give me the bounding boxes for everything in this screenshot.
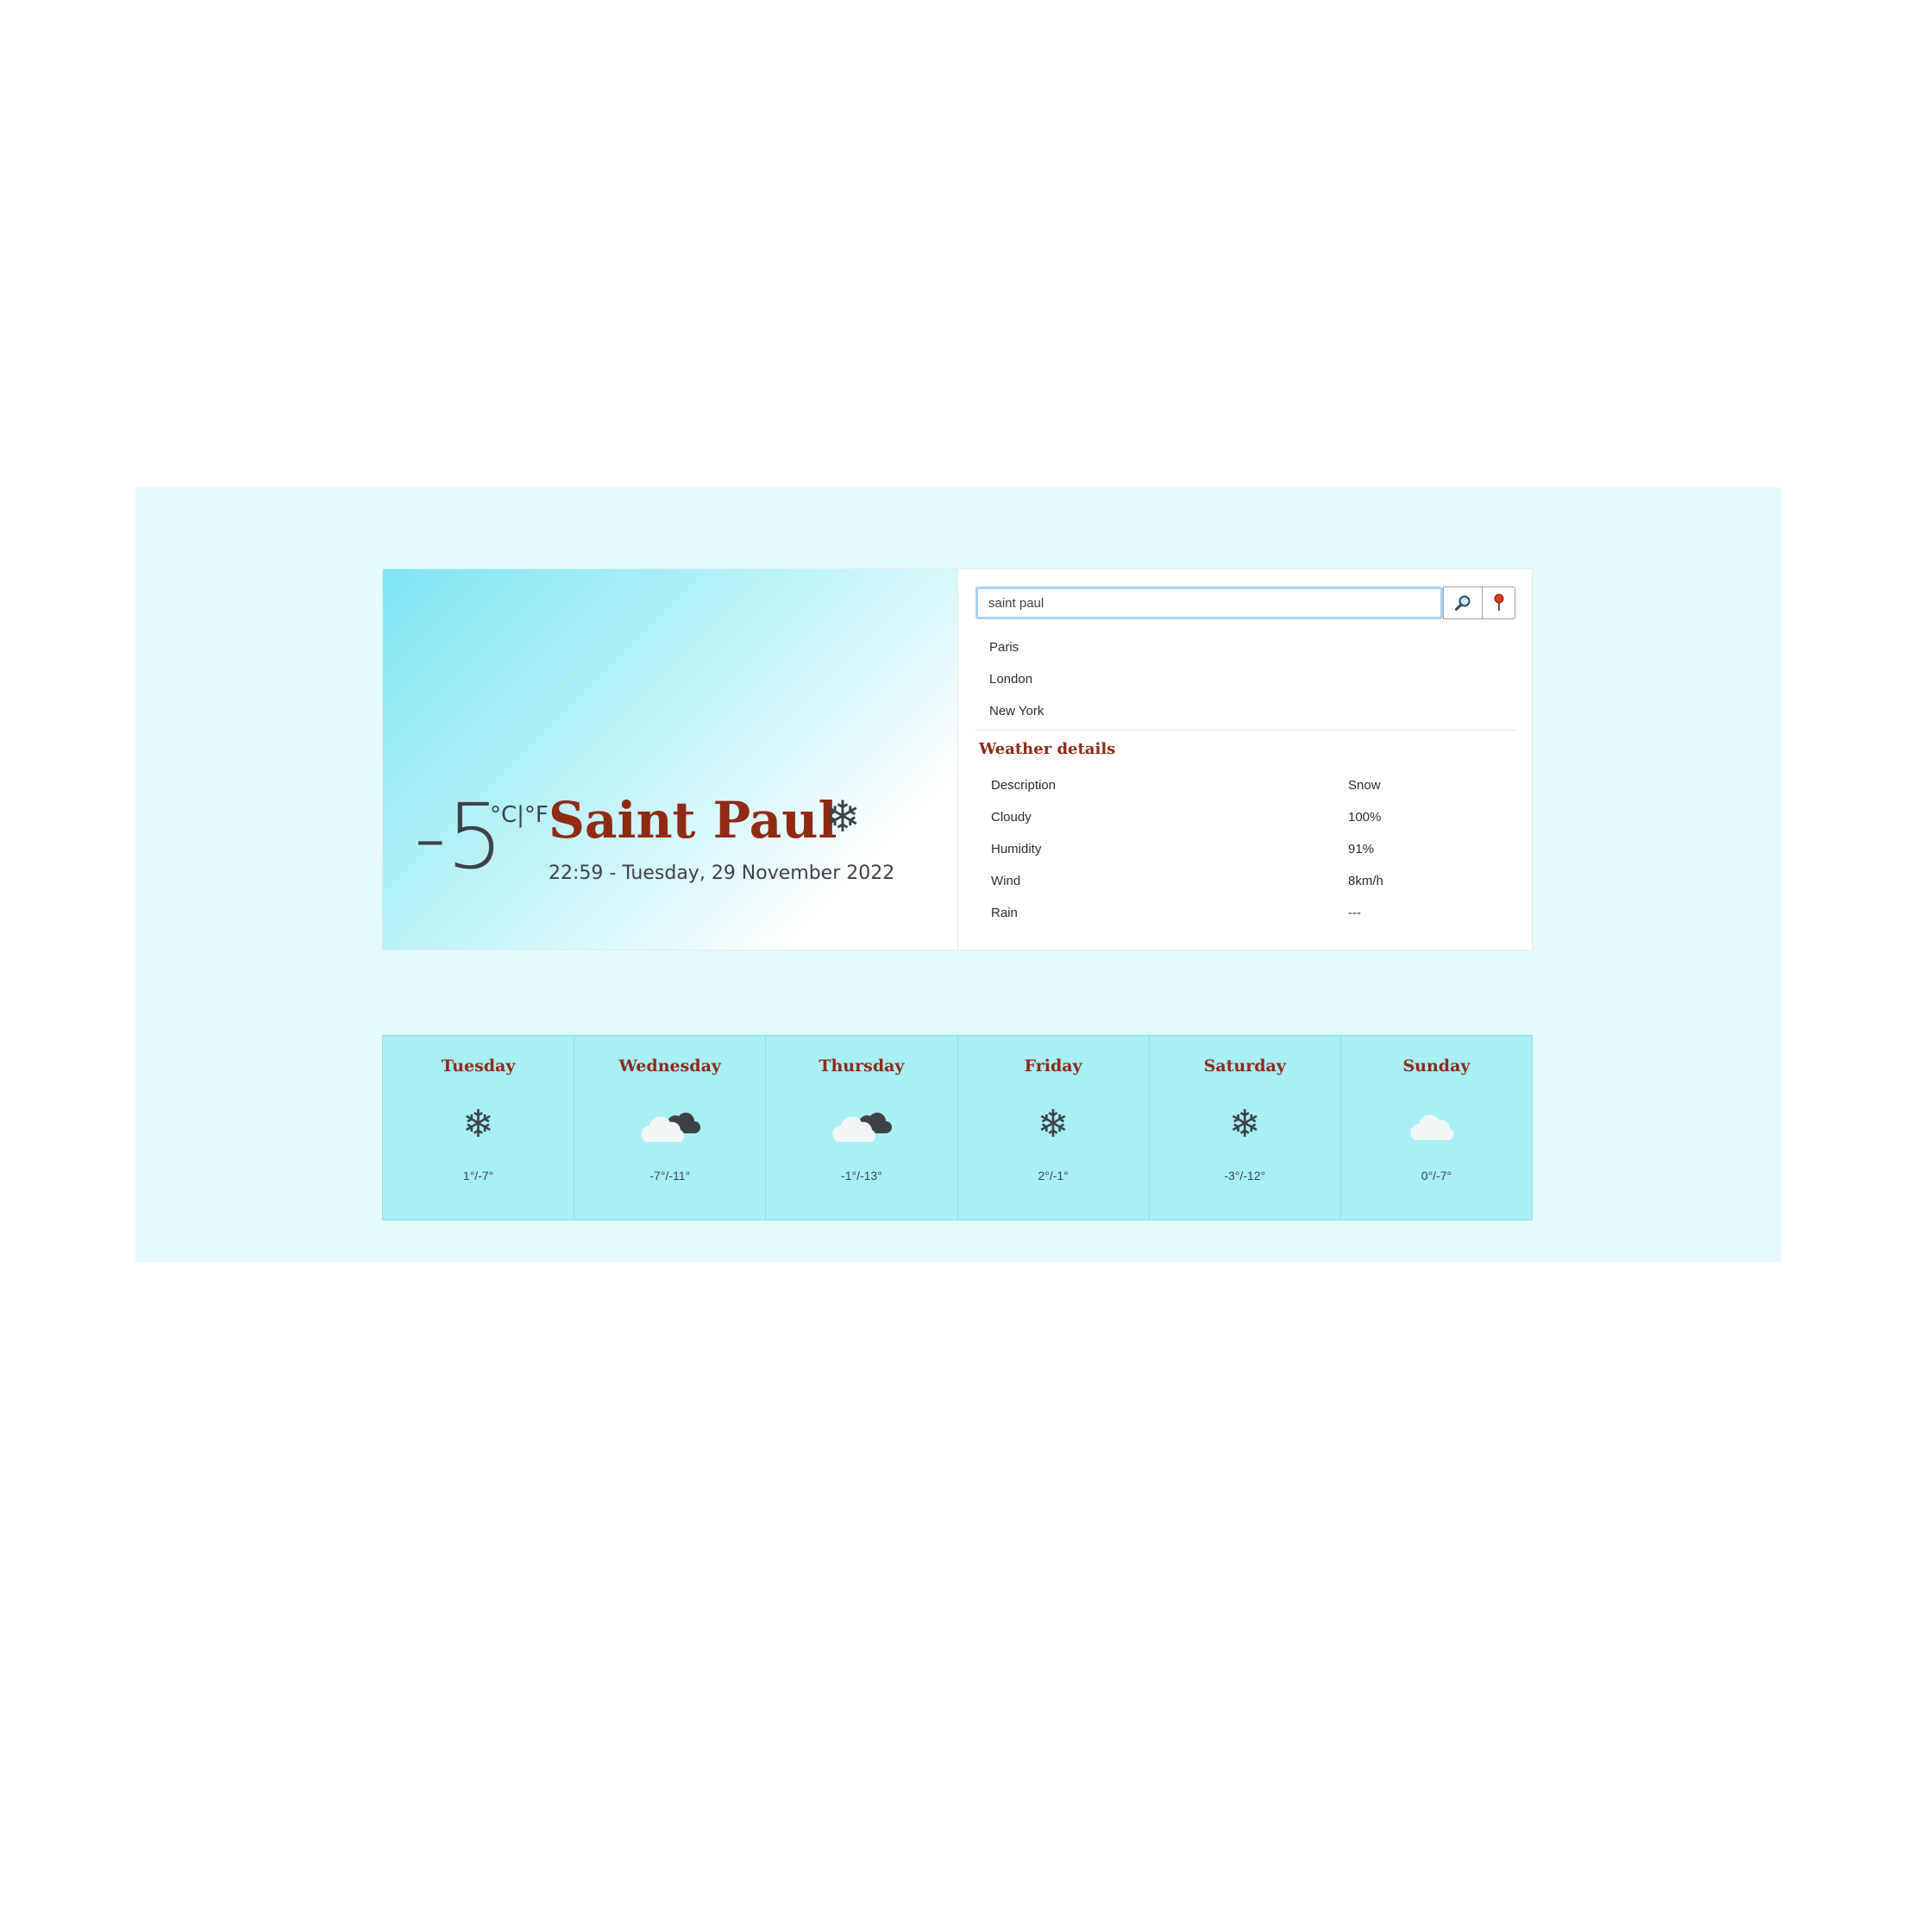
unit-separator: |	[517, 802, 524, 828]
details-title: Weather details	[979, 740, 1116, 758]
forecast-temps: 2°/-1°	[1038, 1169, 1069, 1182]
city-name: Saint Paul	[549, 791, 837, 850]
cloudy-icon	[832, 1113, 892, 1142]
location-pin-icon	[1494, 593, 1503, 611]
fahrenheit-link[interactable]: °F	[524, 802, 549, 828]
unit-toggle: °C|°F	[490, 802, 549, 828]
forecast-day-name: Wednesday	[618, 1057, 721, 1076]
cloud-icon	[1410, 1114, 1454, 1140]
forecast-day: Sunday 0°/-7°	[1341, 1036, 1532, 1220]
forecast-day: Wednesday -7°/-11°	[574, 1036, 767, 1220]
search-input[interactable]	[975, 586, 1443, 619]
forecast-temps: -1°/-13°	[841, 1169, 882, 1182]
details-row: Rain ---	[991, 897, 1509, 929]
forecast-temps: -3°/-12°	[1224, 1169, 1266, 1182]
search-form	[975, 586, 1515, 619]
divider	[975, 730, 1515, 731]
forecast-day-name: Saturday	[1203, 1057, 1286, 1076]
details-row: Description Snow	[991, 769, 1509, 801]
details-label: Wind	[991, 874, 1021, 888]
forecast-temps: -7°/-11°	[649, 1169, 691, 1182]
city-suggestions: Paris London New York	[989, 631, 1044, 727]
details-label: Description	[991, 778, 1057, 793]
details-label: Rain	[991, 906, 1018, 920]
details-value: ---	[1348, 906, 1361, 920]
suggestion-paris[interactable]: Paris	[989, 631, 1044, 663]
forecast-day-name: Sunday	[1402, 1057, 1471, 1076]
weather-app: -5 °C|°F Saint Paul ❄ 22:59 - Tuesday, 2…	[135, 487, 1781, 1262]
current-weather-hero: -5 °C|°F Saint Paul ❄ 22:59 - Tuesday, 2…	[383, 569, 957, 950]
forecast-day: Friday ❄ 2°/-1°	[958, 1036, 1150, 1220]
forecast-strip: Tuesday ❄ 1°/-7° Wednesday -7°/-11° Thur…	[382, 1035, 1533, 1220]
snowflake-icon: ❄	[825, 792, 861, 842]
suggestion-new-york[interactable]: New York	[989, 695, 1044, 727]
details-label: Humidity	[991, 842, 1042, 856]
snowflake-icon: ❄	[462, 1102, 495, 1146]
forecast-temps: 1°/-7°	[462, 1169, 494, 1182]
magnifier-icon	[1455, 595, 1471, 611]
details-row: Humidity 91%	[991, 833, 1509, 865]
snowflake-icon: ❄	[1037, 1102, 1070, 1146]
current-location-button[interactable]	[1483, 586, 1515, 619]
forecast-day-name: Friday	[1024, 1057, 1082, 1076]
forecast-temps: 0°/-7°	[1421, 1169, 1452, 1182]
details-value: 100%	[1348, 810, 1382, 825]
details-value: 8km/h	[1348, 874, 1383, 888]
details-row: Cloudy 100%	[991, 801, 1509, 833]
suggestion-london[interactable]: London	[989, 663, 1044, 695]
search-and-details-panel: Paris London New York Weather details De…	[957, 569, 1532, 950]
current-weather-card: -5 °C|°F Saint Paul ❄ 22:59 - Tuesday, 2…	[382, 568, 1533, 950]
forecast-day-name: Thursday	[819, 1057, 905, 1076]
forecast-day-name: Tuesday	[441, 1057, 516, 1076]
celsius-link[interactable]: °C	[490, 802, 517, 828]
details-value: 91%	[1348, 842, 1375, 856]
forecast-day: Thursday -1°/-13°	[766, 1036, 958, 1220]
forecast-day: Saturday ❄ -3°/-12°	[1150, 1036, 1341, 1220]
snowflake-icon: ❄	[1228, 1102, 1261, 1146]
current-datetime: 22:59 - Tuesday, 29 November 2022	[549, 862, 895, 884]
forecast-day: Tuesday ❄ 1°/-7°	[383, 1036, 575, 1220]
weather-details-table: Description Snow Cloudy 100% Humidity 91% W…	[991, 769, 1509, 929]
search-button[interactable]	[1443, 586, 1483, 619]
details-row: Wind 8km/h	[991, 865, 1509, 897]
details-label: Cloudy	[991, 810, 1032, 825]
cloudy-icon	[641, 1113, 700, 1142]
details-value: Snow	[1348, 778, 1381, 793]
